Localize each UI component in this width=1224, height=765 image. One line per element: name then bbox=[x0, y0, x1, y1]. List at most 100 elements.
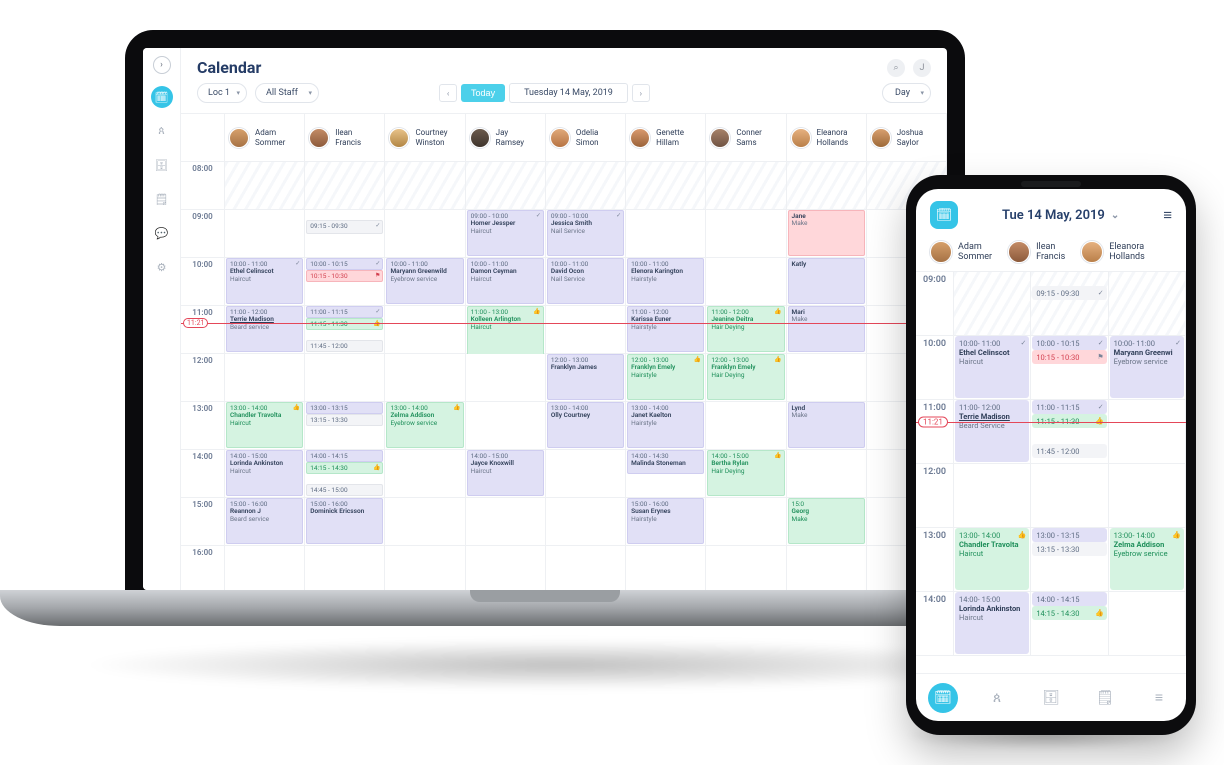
appointment[interactable]: 13:00 - 14:00Zelma AddisonEyebrow servic… bbox=[386, 402, 463, 448]
calendar-cell[interactable] bbox=[385, 210, 465, 258]
appointment[interactable]: 11:00 - 12:00Karissa EunerHairstyle bbox=[627, 306, 704, 352]
calendar-cell[interactable]: 15:00 - 16:00Susan ErynesHairstyle bbox=[626, 498, 706, 546]
staff-header[interactable]: JayRamsey bbox=[466, 114, 546, 162]
appointment[interactable]: LyndMake bbox=[788, 402, 865, 448]
phone-calendar-cell[interactable]: 11:00- 12:00Terrie MadisonBeard Service bbox=[954, 400, 1031, 464]
calendar-cell[interactable]: 09:00 - 10:00Jessica SmithNail Service✓ bbox=[546, 210, 626, 258]
phone-calendar-cell[interactable] bbox=[1109, 400, 1186, 464]
phone-date-select[interactable]: Tue 14 May, 2019 ⌄ bbox=[1002, 208, 1119, 223]
calendar-cell[interactable] bbox=[225, 546, 305, 590]
appointment[interactable]: 14:00 - 15:00Lorinda AnkinstonHaircut bbox=[226, 450, 303, 496]
calendar-cell[interactable]: 11:00 - 12:00Karissa EunerHairstyle bbox=[626, 306, 706, 354]
calendar-cell[interactable] bbox=[706, 546, 786, 590]
calendar-cell[interactable] bbox=[546, 498, 626, 546]
phone-tab-people[interactable]: ጰ bbox=[982, 683, 1012, 713]
appointment[interactable]: 10:00 - 11:00David OconNail Service bbox=[547, 258, 624, 304]
phone-appointment[interactable]: 13:15 - 13:30 bbox=[1032, 542, 1106, 556]
calendar-cell[interactable]: 13:00 - 13:1513:15 - 13:30 bbox=[305, 402, 385, 450]
calendar-cell[interactable]: MariMake bbox=[787, 306, 867, 354]
calendar-cell[interactable] bbox=[706, 402, 786, 450]
appointment[interactable]: 12:00 - 13:00Franklyn James bbox=[547, 354, 624, 400]
phone-staff-item[interactable]: EleanoraHollands bbox=[1081, 241, 1145, 263]
calendar-cell[interactable] bbox=[385, 306, 465, 354]
clipboard-nav-icon[interactable]: 🗒 bbox=[151, 188, 173, 210]
calendar-cell[interactable]: 14:00 - 15:00Jayce KnoxwillHaircut bbox=[466, 450, 546, 498]
calendar-cell[interactable]: Katly bbox=[787, 258, 867, 306]
phone-appointment[interactable]: 11:45 - 12:00 bbox=[1032, 444, 1106, 458]
next-day-button[interactable]: › bbox=[632, 84, 650, 102]
phone-calendar-cell[interactable]: 09:15 - 09:30✓ bbox=[1031, 272, 1108, 336]
phone-calendar-grid[interactable]: 09:0009:15 - 09:30✓10:0010:00- 11:00Ethe… bbox=[916, 272, 1186, 673]
calendar-cell[interactable] bbox=[385, 546, 465, 590]
phone-calendar-cell[interactable]: 11:00 - 11:15✓11:15 - 11:30👍11:45 - 12:0… bbox=[1031, 400, 1108, 464]
calendar-cell[interactable] bbox=[225, 210, 305, 258]
appointment[interactable]: 09:00 - 10:00Jessica SmithNail Service✓ bbox=[547, 210, 624, 256]
calendar-cell[interactable]: 13:00 - 14:00Olly Courtney bbox=[546, 402, 626, 450]
settings-nav-icon[interactable]: ⚙ bbox=[151, 256, 173, 278]
calendar-cell[interactable] bbox=[225, 162, 305, 210]
search-icon[interactable]: ⌕ bbox=[887, 59, 905, 77]
calendar-cell[interactable] bbox=[466, 162, 546, 210]
appointment[interactable]: 15:00 - 16:00Susan ErynesHairstyle bbox=[627, 498, 704, 544]
appointment[interactable]: 13:15 - 13:30 bbox=[306, 414, 383, 426]
calendar-cell[interactable]: 11:00 - 11:15✓11:15 - 11:30👍 11:45 - 12:0… bbox=[305, 306, 385, 354]
phone-tab-clipboard[interactable]: 🗒 bbox=[1090, 683, 1120, 713]
calendar-cell[interactable] bbox=[466, 498, 546, 546]
today-button[interactable]: Today bbox=[461, 84, 505, 102]
calendar-cell[interactable]: 14:00 - 14:1514:15 - 14:30👍14:45 - 15:00 bbox=[305, 450, 385, 498]
phone-appointment[interactable]: 11:15 - 11:30👍 bbox=[1032, 414, 1106, 428]
calendar-cell[interactable] bbox=[305, 354, 385, 402]
calendar-cell[interactable] bbox=[385, 450, 465, 498]
phone-calendar-cell[interactable]: 13:00- 14:00Zelma AddisonEyebrow service… bbox=[1109, 528, 1186, 592]
phone-calendar-cell[interactable]: 14:00- 15:00Lorinda AnkinstonHaircut bbox=[954, 592, 1031, 656]
appointment[interactable]: 14:00 - 14:15 bbox=[306, 450, 383, 462]
appointment[interactable]: 10:15 - 10:30⚑ bbox=[306, 270, 383, 282]
calendar-cell[interactable]: 10:00 - 11:00David OconNail Service bbox=[546, 258, 626, 306]
phone-appointment[interactable]: 14:00- 15:00Lorinda AnkinstonHaircut bbox=[955, 592, 1029, 654]
appointment[interactable]: 09:15 - 09:30✓ bbox=[306, 220, 383, 234]
prev-day-button[interactable]: ‹ bbox=[439, 84, 457, 102]
calendar-cell[interactable] bbox=[385, 162, 465, 210]
appointment[interactable]: 11:15 - 11:30👍 bbox=[306, 318, 383, 330]
appointment[interactable]: 13:00 - 13:15 bbox=[306, 402, 383, 414]
calendar-cell[interactable]: 10:00 - 11:00Elenora KaringtonHairstyle bbox=[626, 258, 706, 306]
appointment[interactable]: 11:00 - 11:15✓ bbox=[306, 306, 383, 318]
calendar-cell[interactable]: LyndMake bbox=[787, 402, 867, 450]
staff-header[interactable]: OdeliaSimon bbox=[546, 114, 626, 162]
calendar-grid[interactable]: AdamSommer IleanFrancis CourtneyWinston … bbox=[181, 113, 947, 590]
phone-appointment[interactable]: 10:15 - 10:30⚑ bbox=[1032, 350, 1106, 364]
phone-appointment[interactable]: 10:00 - 10:15✓ bbox=[1032, 336, 1106, 350]
calendar-cell[interactable]: 14:00 - 14:30Malinda Stoneman bbox=[626, 450, 706, 498]
calendar-cell[interactable] bbox=[225, 354, 305, 402]
calendar-cell[interactable]: 12:00 - 13:00Franklyn EmelyHairstyle👍 bbox=[626, 354, 706, 402]
phone-calendar-icon[interactable]: 🗓 bbox=[930, 201, 958, 229]
phone-appointment[interactable]: 14:00 - 14:15 bbox=[1032, 592, 1106, 606]
calendar-cell[interactable] bbox=[787, 162, 867, 210]
phone-calendar-cell[interactable] bbox=[954, 272, 1031, 336]
appointment[interactable]: 14:00 - 15:00Bertha RylanHair Deying👍 bbox=[707, 450, 784, 496]
appointment[interactable]: 15:00 - 16:00Dominick Ericsson bbox=[306, 498, 383, 544]
user-avatar[interactable]: J bbox=[913, 59, 931, 77]
phone-appointment[interactable]: 13:00- 14:00Chandler TravoltaHaircut👍 bbox=[955, 528, 1029, 590]
phone-calendar-cell[interactable] bbox=[1109, 464, 1186, 528]
calendar-nav-icon[interactable]: 🗓 bbox=[151, 86, 173, 108]
calendar-cell[interactable]: 13:00 - 14:00Chandler TravoltaHaircut👍 bbox=[225, 402, 305, 450]
phone-calendar-cell[interactable]: 10:00- 11:00Maryann GreenwiEyebrow servi… bbox=[1109, 336, 1186, 400]
phone-filter-icon[interactable]: ≡ bbox=[1163, 206, 1172, 224]
phone-calendar-cell[interactable]: 14:00 - 14:1514:15 - 14:30👍 bbox=[1031, 592, 1108, 656]
calendar-cell[interactable] bbox=[385, 354, 465, 402]
chat-nav-icon[interactable]: 💬 bbox=[151, 222, 173, 244]
calendar-cell[interactable] bbox=[787, 450, 867, 498]
calendar-cell[interactable] bbox=[546, 306, 626, 354]
calendar-cell[interactable]: 13:00 - 14:00Zelma AddisonEyebrow servic… bbox=[385, 402, 465, 450]
date-display[interactable]: Tuesday 14 May, 2019 bbox=[509, 83, 628, 103]
calendar-cell[interactable] bbox=[466, 546, 546, 590]
location-select[interactable]: Loc 1 ▾ bbox=[197, 83, 247, 103]
appointment[interactable]: 11:00 - 12:00Terrie MadisonBeard service bbox=[226, 306, 303, 352]
appointment[interactable]: 13:00 - 14:00Olly Courtney bbox=[547, 402, 624, 448]
appointment[interactable]: 12:00 - 13:00Franklyn EmelyHair Deying👍 bbox=[707, 354, 784, 400]
calendar-cell[interactable] bbox=[546, 546, 626, 590]
phone-staff-item[interactable]: IleanFrancis bbox=[1008, 241, 1065, 263]
appointment[interactable]: 11:45 - 12:00 bbox=[306, 340, 383, 352]
phone-calendar-cell[interactable] bbox=[954, 464, 1031, 528]
